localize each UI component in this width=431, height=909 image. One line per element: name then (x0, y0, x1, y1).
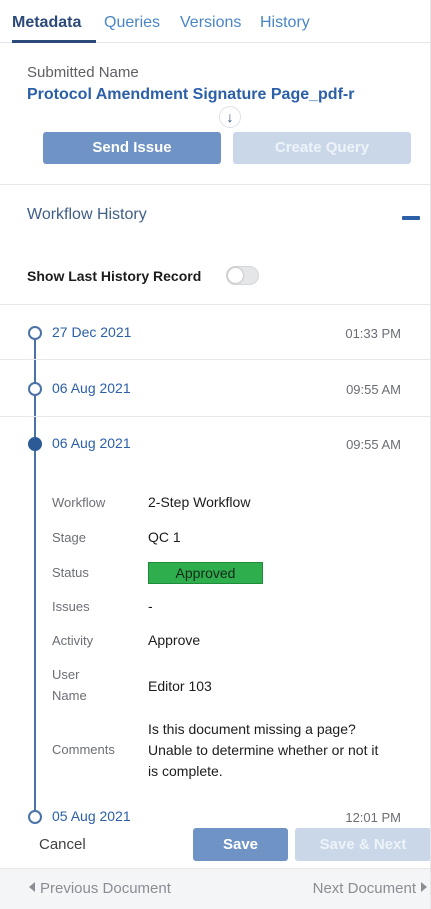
detail-stage-label: Stage (52, 530, 86, 545)
timeline-dot-icon (28, 326, 42, 340)
previous-document-link[interactable]: Previous Document (29, 880, 171, 897)
tab-queries[interactable]: Queries (104, 14, 160, 32)
tab-metadata[interactable]: Metadata (12, 14, 81, 32)
create-query-button[interactable]: Create Query (233, 132, 411, 164)
cancel-button[interactable]: Cancel (39, 836, 86, 853)
send-issue-button[interactable]: Send Issue (43, 132, 221, 164)
timeline-dot-icon (28, 810, 42, 824)
timeline-dot-filled-icon (28, 437, 42, 451)
history-date[interactable]: 27 Dec 2021 (52, 324, 131, 340)
workflow-history-title: Workflow History (27, 206, 147, 223)
detail-comments-line: Unable to determine whether or not it (148, 742, 379, 758)
detail-user-value: Editor 103 (148, 678, 212, 694)
submitted-name-label: Submitted Name (27, 64, 139, 81)
next-document-label: Next Document (312, 880, 416, 897)
detail-stage-value: QC 1 (148, 529, 181, 545)
detail-comments-line: Is this document missing a page? (148, 721, 356, 737)
detail-issues-label: Issues (52, 599, 90, 614)
tab-bar: Metadata Queries Versions History (0, 0, 430, 43)
arrow-down-icon[interactable]: ↓ (219, 106, 241, 128)
save-button[interactable]: Save (193, 828, 288, 861)
history-time: 09:55 AM (346, 382, 401, 397)
toggle-knob (228, 268, 243, 283)
collapse-icon[interactable] (402, 216, 420, 220)
show-last-record-label: Show Last History Record (27, 268, 202, 284)
detail-issues-value: - (148, 598, 153, 614)
detail-activity-label: Activity (52, 633, 94, 648)
history-time: 01:33 PM (345, 326, 401, 341)
detail-status-label: Status (52, 565, 89, 580)
divider (0, 416, 430, 417)
save-and-next-button[interactable]: Save & Next (295, 828, 430, 861)
detail-workflow-value: 2-Step Workflow (148, 494, 251, 510)
next-document-link[interactable]: Next Document (313, 880, 427, 897)
show-last-record-toggle[interactable] (226, 266, 259, 285)
detail-user-label: User (52, 667, 80, 682)
timeline-line (34, 333, 36, 816)
detail-activity-value: Approve (148, 632, 201, 648)
document-panel: Metadata Queries Versions History Submit… (0, 0, 431, 909)
divider (0, 184, 430, 185)
detail-comments-line: is complete. (148, 763, 223, 779)
caret-left-icon (29, 882, 35, 892)
history-date[interactable]: 05 Aug 2021 (52, 808, 131, 824)
tab-versions[interactable]: Versions (180, 14, 241, 32)
submitted-name-value: Protocol Amendment Signature Page_pdf-r (27, 86, 355, 103)
history-date-selected[interactable]: 06 Aug 2021 (52, 435, 131, 451)
detail-comments-label: Comments (52, 742, 115, 757)
timeline-dot-icon (28, 382, 42, 396)
tab-history[interactable]: History (260, 14, 310, 32)
detail-name-label: Name (52, 688, 87, 703)
history-time: 09:55 AM (346, 437, 401, 452)
divider (0, 359, 430, 360)
status-badge: Approved (148, 562, 263, 584)
detail-workflow-label: Workflow (52, 495, 106, 510)
history-time: 12:01 PM (345, 810, 401, 825)
previous-document-label: Previous Document (40, 880, 171, 897)
divider (0, 304, 430, 305)
history-date[interactable]: 06 Aug 2021 (52, 380, 131, 396)
caret-right-icon (421, 882, 427, 892)
active-tab-indicator (12, 40, 96, 43)
